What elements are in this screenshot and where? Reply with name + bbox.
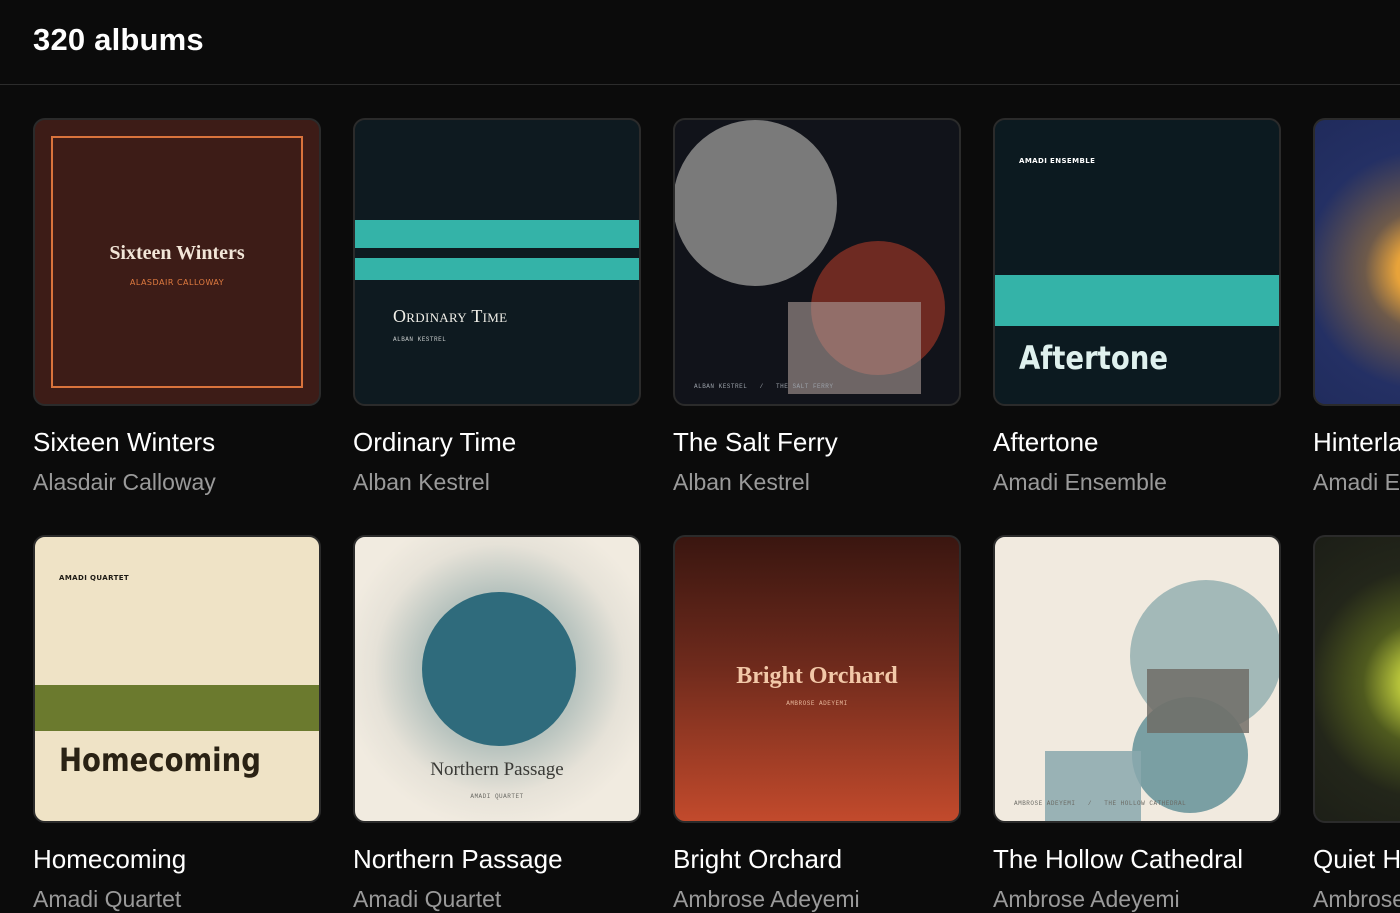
album-cover[interactable]: AMADI ENSEMBLE Aftertone [993, 118, 1281, 406]
cover-subtitle: ALASDAIR CALLOWAY [129, 278, 225, 287]
cover-label: AMADI ENSEMBLE [1019, 157, 1096, 165]
album-cover[interactable] [1313, 535, 1400, 823]
cover-rect [788, 302, 921, 394]
cover-stripe [355, 220, 639, 248]
album-artist[interactable]: Alban Kestrel [353, 469, 490, 496]
cover-circle [675, 120, 837, 286]
cover-title: Aftertone [1019, 339, 1168, 377]
cover-caption: ALBAN KESTREL / THE SALT FERRY [694, 383, 833, 390]
album-cover[interactable]: Sixteen Winters ALASDAIR CALLOWAY [33, 118, 321, 406]
cover-title: Ordinary Time [393, 306, 508, 326]
cover-subtitle: ALBAN KESTREL [393, 336, 447, 343]
cover-caption-artist: ALBAN KESTREL [694, 383, 748, 390]
album-cover[interactable]: ALBAN KESTREL / THE SALT FERRY [673, 118, 961, 406]
album-title[interactable]: Aftertone [993, 427, 1099, 458]
album-artist[interactable]: Alasdair Calloway [33, 469, 216, 496]
album-title[interactable]: Sixteen Winters [33, 427, 215, 458]
cover-subtitle: AMBROSE ADEYEMI [786, 700, 848, 707]
cover-band [35, 685, 319, 731]
album-title[interactable]: Bright Orchard [673, 844, 842, 875]
album-title[interactable]: The Salt Ferry [673, 427, 838, 458]
cover-title: Homecoming [59, 741, 261, 779]
cover-caption-title: THE SALT FERRY [776, 383, 834, 390]
album-cover[interactable]: AMADI QUARTET Homecoming [33, 535, 321, 823]
cover-rect [1147, 669, 1249, 733]
album-grid: Sixteen Winters ALASDAIR CALLOWAY Sixtee… [0, 0, 1400, 912]
album-title[interactable]: Homecoming [33, 844, 186, 875]
album-artist[interactable]: Alban Kestrel [673, 469, 810, 496]
cover-stripe [355, 258, 639, 280]
cover-title: Bright Orchard [736, 663, 898, 689]
album-cover[interactable]: Ordinary Time ALBAN KESTREL [353, 118, 641, 406]
cover-circle [422, 592, 576, 746]
cover-rect [1045, 751, 1141, 821]
cover-label: AMADI QUARTET [59, 574, 130, 582]
cover-caption-separator: / [759, 383, 764, 390]
album-cover[interactable]: Bright Orchard AMBROSE ADEYEMI [673, 535, 961, 823]
album-title[interactable]: Northern Passage [353, 844, 563, 875]
cover-caption-artist: AMBROSE ADEYEMI [1014, 800, 1076, 807]
album-artist[interactable]: Amadi Ensemble [993, 469, 1167, 496]
album-title[interactable]: Hinterland [1313, 427, 1400, 458]
cover-band [995, 275, 1279, 326]
album-cover[interactable]: AMBROSE ADEYEMI / THE HOLLOW CATHEDRAL [993, 535, 1281, 823]
cover-caption-title: THE HOLLOW CATHEDRAL [1104, 800, 1187, 807]
album-title[interactable]: Quiet Hours [1313, 844, 1400, 875]
album-title[interactable]: Ordinary Time [353, 427, 516, 458]
album-artist[interactable]: Amadi Ensemble [1313, 469, 1400, 496]
album-cover[interactable]: Northern Passage AMADI QUARTET [353, 535, 641, 823]
cover-subtitle: AMADI QUARTET [470, 793, 524, 800]
cover-title: Northern Passage [430, 759, 564, 780]
album-title[interactable]: The Hollow Cathedral [993, 844, 1243, 875]
cover-caption: AMBROSE ADEYEMI / THE HOLLOW CATHEDRAL [1014, 800, 1186, 807]
cover-caption-separator: / [1087, 800, 1092, 807]
cover-title: Sixteen Winters [109, 242, 245, 264]
album-cover[interactable] [1313, 118, 1400, 406]
